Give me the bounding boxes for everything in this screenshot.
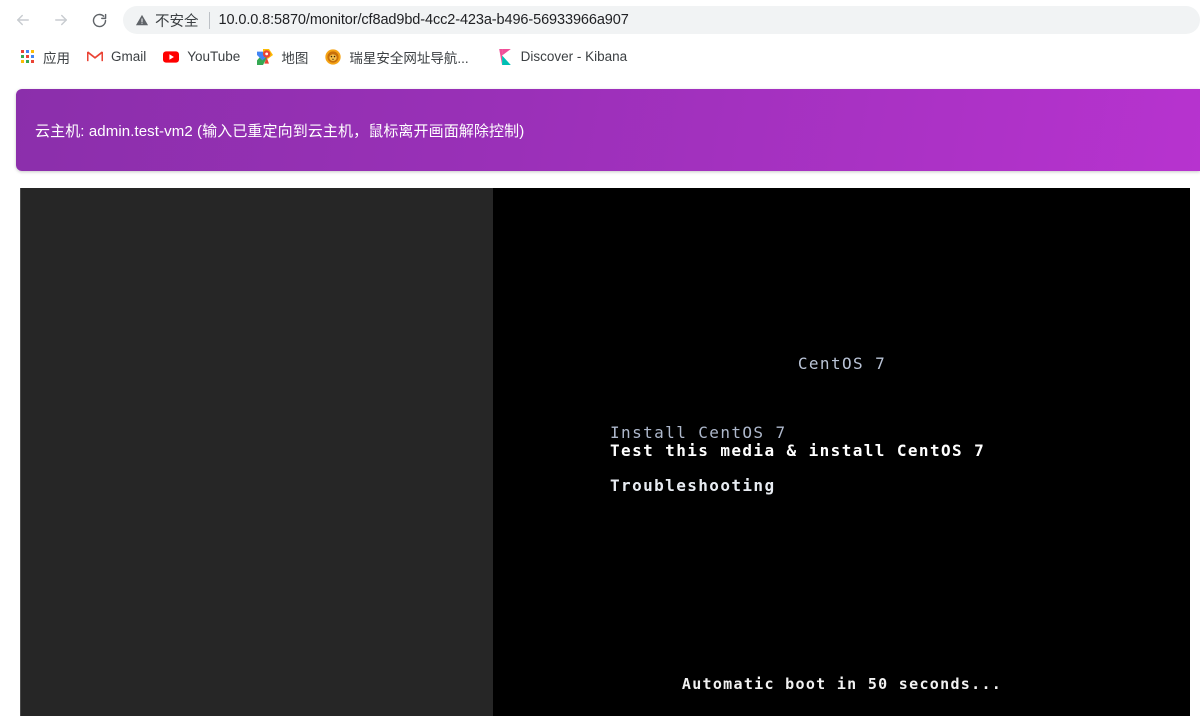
- google-maps-icon: [257, 48, 274, 65]
- boot-menu[interactable]: Install CentOS 7 Test this media & insta…: [610, 424, 1170, 495]
- boot-menu-heading: CentOS 7: [797, 354, 887, 373]
- bookmarks-bar: 应用 Gmail YouTube 地图 瑞星安全网址导航... Discover…: [0, 40, 1200, 73]
- back-button[interactable]: [8, 5, 38, 35]
- rising-lion-icon: [325, 48, 341, 65]
- warning-triangle-icon: [135, 13, 149, 27]
- reload-icon: [91, 12, 108, 29]
- boot-menu-item-label: Install CentOS 7: [610, 423, 787, 442]
- bookmark-label: 地图: [281, 50, 309, 66]
- address-bar[interactable]: 不安全 10.0.0.8:5870/monitor/cf8ad9bd-4cc2-…: [123, 6, 1200, 34]
- arrow-left-icon: [14, 11, 32, 29]
- boot-menu-item-test-media[interactable]: Test this media & install CentOS 7: [610, 442, 1170, 460]
- boot-menu-spacer: [610, 460, 1170, 477]
- bookmark-apps[interactable]: 应用: [12, 44, 77, 69]
- boot-menu-item-label: Troubleshooting: [610, 476, 776, 495]
- vm-console-title: 云主机: admin.test-vm2 (输入已重定向到云主机，鼠标离开画面解除…: [35, 122, 525, 140]
- bookmark-youtube[interactable]: YouTube: [156, 44, 247, 69]
- bookmark-rising-nav[interactable]: 瑞星安全网址导航...: [318, 44, 475, 69]
- bookmark-label: YouTube: [187, 49, 241, 64]
- boot-menu-item-install[interactable]: Install CentOS 7: [610, 424, 1170, 442]
- browser-window: 不安全 10.0.0.8:5870/monitor/cf8ad9bd-4cc2-…: [0, 0, 1200, 722]
- gmail-icon: [87, 49, 103, 65]
- url-text[interactable]: 10.0.0.8:5870/monitor/cf8ad9bd-4cc2-423a…: [219, 12, 629, 28]
- bookmark-label: 应用: [43, 50, 70, 66]
- apps-grid-icon: [19, 49, 35, 65]
- autoboot-countdown: Automatic boot in 50 seconds...: [681, 675, 1003, 693]
- vnc-console-stage[interactable]: CentOS 7 Install CentOS 7 Test this medi…: [20, 188, 1190, 716]
- kibana-icon: [497, 48, 513, 65]
- bookmark-gmail[interactable]: Gmail: [80, 44, 153, 69]
- bookmark-maps[interactable]: 地图: [250, 44, 315, 69]
- bookmark-kibana[interactable]: Discover - Kibana: [490, 44, 635, 69]
- forward-button[interactable]: [46, 5, 76, 35]
- bookmark-label: Gmail: [111, 49, 147, 64]
- boot-menu-item-troubleshooting[interactable]: Troubleshooting >: [610, 477, 1170, 495]
- arrow-right-icon: [52, 11, 70, 29]
- boot-menu-item-label: Test this media & install CentOS 7: [610, 441, 986, 460]
- security-label: 不安全: [155, 13, 199, 30]
- site-security-chip[interactable]: 不安全: [135, 10, 199, 31]
- bookmark-label: Discover - Kibana: [520, 49, 628, 64]
- reload-button[interactable]: [84, 5, 114, 35]
- browser-toolbar: 不安全 10.0.0.8:5870/monitor/cf8ad9bd-4cc2-…: [0, 0, 1200, 40]
- omnibox-divider: [208, 11, 210, 29]
- vm-screen[interactable]: CentOS 7 Install CentOS 7 Test this medi…: [493, 188, 1190, 716]
- bookmark-label: 瑞星安全网址导航...: [349, 50, 469, 66]
- youtube-icon: [163, 49, 180, 65]
- vm-console-banner: 云主机: admin.test-vm2 (输入已重定向到云主机，鼠标离开画面解除…: [16, 89, 1200, 171]
